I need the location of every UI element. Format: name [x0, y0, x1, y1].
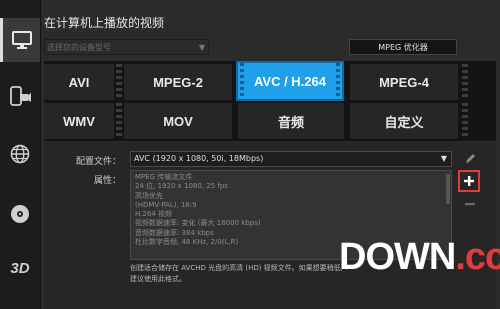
- film-perforation: [240, 63, 244, 99]
- format-mov[interactable]: MOV: [124, 103, 232, 139]
- format-avc-h264[interactable]: AVC / H.264: [236, 61, 344, 101]
- watermark-suffix: .cc: [455, 236, 500, 278]
- format-wmv[interactable]: WMV: [44, 103, 114, 139]
- sidebar-item-device[interactable]: [0, 74, 40, 118]
- sidebar: 3D: [0, 0, 41, 309]
- profile-label: 配置文件：: [75, 157, 121, 167]
- settings-panel: 配置文件： AVC (1920 x 1080, 50i, 18Mbps) ▼ 属…: [44, 142, 496, 309]
- disc-icon: [11, 205, 29, 223]
- 3d-icon: 3D: [10, 259, 30, 277]
- format-avc-label: AVC / H.264: [253, 73, 326, 89]
- sidebar-item-disc[interactable]: [0, 192, 40, 236]
- page-title: 在计算机上播放的视频: [44, 16, 165, 30]
- remove-profile-button[interactable]: [460, 194, 480, 214]
- properties-scrollbar[interactable]: [446, 174, 450, 204]
- chevron-down-icon: ▼: [440, 154, 447, 163]
- film-perforation: [462, 103, 468, 139]
- format-audio[interactable]: 音频: [238, 103, 344, 139]
- film-perforation: [116, 64, 122, 100]
- format-mpeg2[interactable]: MPEG-2: [124, 64, 232, 100]
- pencil-icon: [466, 154, 475, 163]
- format-grid: AVI MPEG-2 AVC / H.264 MPEG-4 WMV MOV 音频…: [44, 61, 496, 141]
- add-profile-button[interactable]: [458, 170, 480, 192]
- property-line: (HDMV-PAL), 16:9: [135, 200, 197, 209]
- property-line: 视频数据速率: 变化 (最大 18000 kbps): [135, 219, 261, 228]
- sidebar-item-3d[interactable]: 3D: [0, 246, 40, 290]
- film-perforation: [462, 64, 468, 100]
- globe-icon: [10, 144, 30, 164]
- mpeg-optimizer-button[interactable]: MPEG 优化器: [349, 39, 457, 55]
- sidebar-item-web[interactable]: [0, 132, 40, 176]
- profile-select-value: AVC (1920 x 1080, 50i, 18Mbps): [134, 154, 264, 163]
- format-avi[interactable]: AVI: [44, 64, 114, 100]
- device-select[interactable]: 选择您的设备型号 ▼: [44, 39, 209, 55]
- format-mpeg4[interactable]: MPEG-4: [350, 64, 458, 100]
- film-perforation: [336, 63, 340, 99]
- sidebar-item-computer[interactable]: [0, 18, 40, 62]
- plus-icon: [464, 176, 474, 186]
- device-select-value: 选择您的设备型号: [47, 43, 111, 52]
- minus-icon: [465, 203, 475, 206]
- watermark-text: DOWN: [339, 236, 456, 278]
- phone-camera-icon: [10, 86, 31, 106]
- properties-label: 属性：: [93, 176, 121, 186]
- property-line: MPEG 传输流文件: [135, 173, 193, 181]
- property-line: 高场优先: [135, 191, 163, 200]
- film-perforation: [116, 103, 122, 139]
- edit-profile-button[interactable]: [460, 149, 480, 169]
- chevron-down-icon: ▼: [198, 43, 205, 52]
- format-custom[interactable]: 自定义: [350, 103, 458, 139]
- profile-select[interactable]: AVC (1920 x 1080, 50i, 18Mbps) ▼: [130, 151, 452, 167]
- property-line: 24 位, 1920 x 1080, 25 fps: [135, 182, 228, 191]
- monitor-icon: [11, 31, 32, 49]
- watermark-logo: DOWN.cc: [339, 236, 500, 278]
